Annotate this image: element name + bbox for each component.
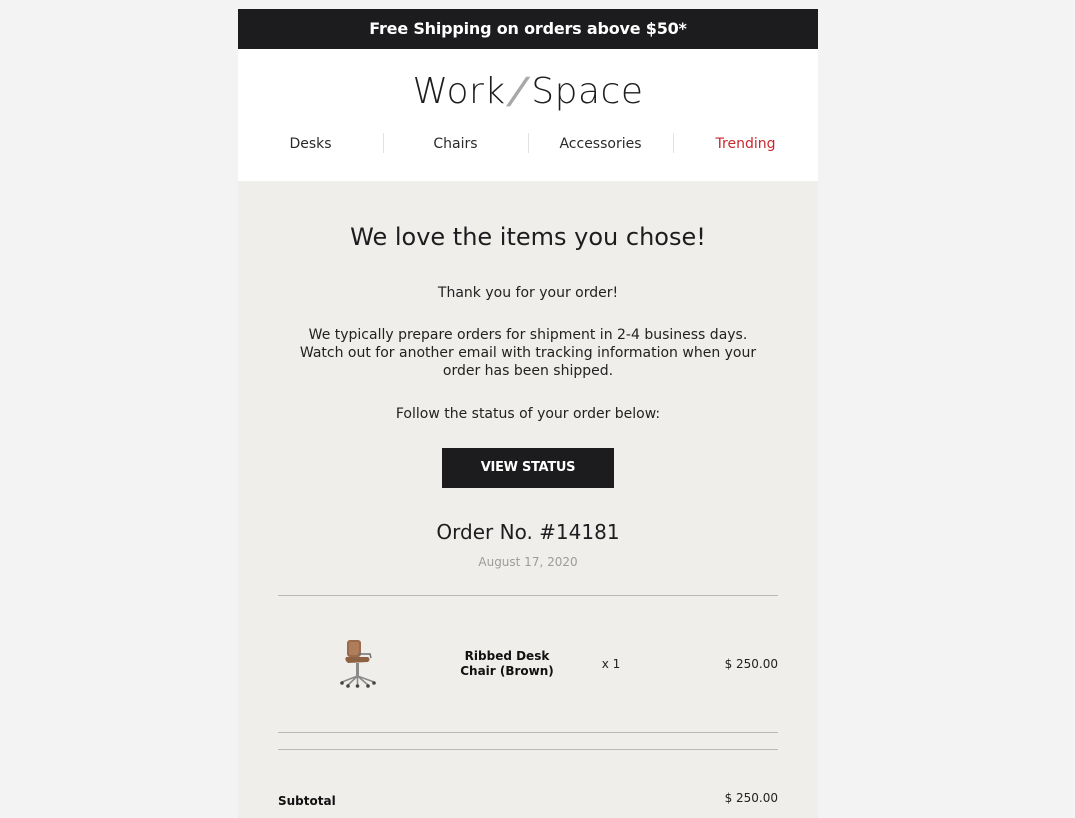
order-confirmation-body: We love the items you chose! Thank you f…	[238, 181, 818, 818]
category-nav: Desks Chairs Accessories Trending	[238, 133, 818, 157]
follow-status-text: Follow the status of your order below:	[395, 406, 661, 422]
divider	[278, 749, 778, 750]
desk-chair-image	[338, 638, 382, 690]
logo-slash: /	[508, 71, 529, 112]
item-name: Ribbed Desk Chair (Brown)	[460, 649, 554, 678]
shipping-banner-text: Free Shipping on orders above $50*	[369, 19, 687, 38]
nav-item-accessories[interactable]: Accessories	[528, 133, 673, 157]
logo[interactable]: Work/Space	[238, 68, 818, 116]
thank-you-text: Thank you for your order!	[437, 285, 619, 301]
item-price: $ 250.00	[724, 657, 778, 671]
subtotal-label: Subtotal	[278, 794, 336, 808]
shipping-info-text: We typically prepare orders for shipment…	[299, 327, 757, 379]
shipping-banner: Free Shipping on orders above $50*	[238, 9, 818, 49]
order-number: Order No. #14181	[436, 520, 620, 544]
nav-item-desks[interactable]: Desks	[238, 133, 383, 157]
view-status-button[interactable]: VIEW STATUS	[442, 448, 614, 488]
email-header: Work/Space Desks Chairs Accessories Tren…	[238, 49, 818, 181]
item-quantity: x 1	[601, 657, 621, 671]
nav-item-trending[interactable]: Trending	[673, 133, 818, 157]
page-title: We love the items you chose!	[350, 223, 706, 251]
divider	[278, 595, 778, 596]
logo-word-work: Work	[412, 71, 506, 112]
nav-item-chairs[interactable]: Chairs	[383, 133, 528, 157]
divider	[278, 732, 778, 733]
order-date: August 17, 2020	[478, 555, 578, 569]
email-container: Free Shipping on orders above $50* Work/…	[238, 9, 818, 818]
logo-word-space: Space	[531, 71, 644, 112]
subtotal-value: $ 250.00	[724, 791, 778, 805]
